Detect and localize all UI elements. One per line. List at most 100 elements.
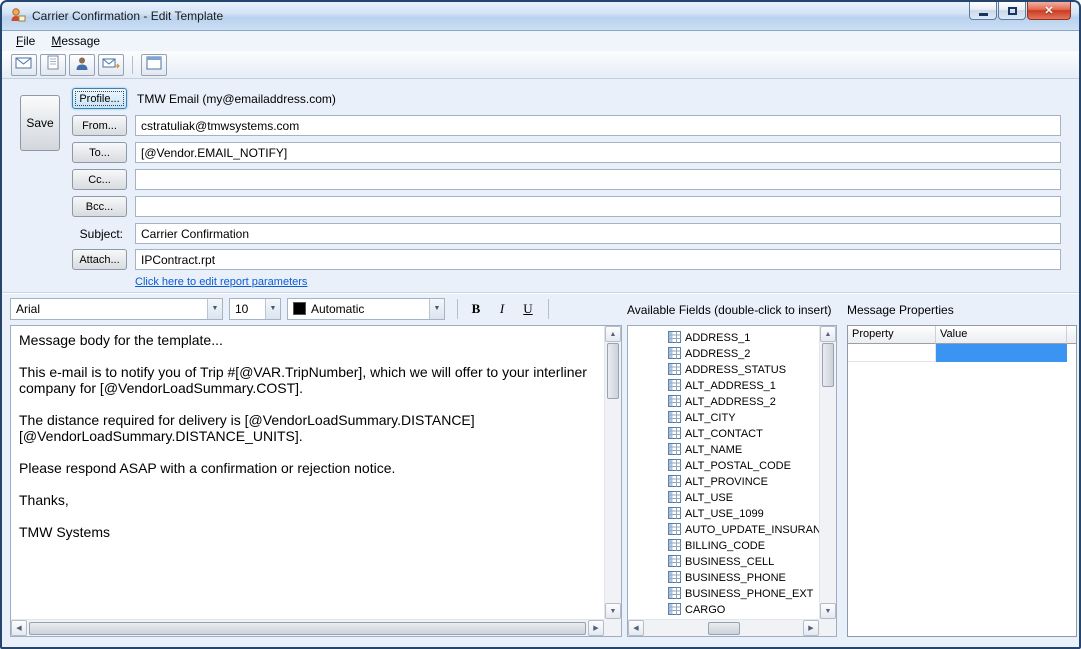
profile-value: TMW Email (my@emailaddress.com): [137, 92, 336, 106]
field-icon: [668, 523, 681, 538]
send-mail-button[interactable]: [98, 54, 124, 76]
fields-vertical-scrollbar[interactable]: ▲ ▼: [819, 326, 836, 619]
profile-button[interactable]: Profile...: [72, 88, 127, 109]
save-button[interactable]: Save: [20, 95, 60, 151]
to-input[interactable]: [135, 142, 1061, 163]
font-color-value: Automatic: [306, 302, 429, 316]
to-row: To...: [72, 142, 1061, 163]
format-separator: [548, 299, 549, 319]
field-list-item[interactable]: BUSINESS_PHONE_EXT: [668, 586, 819, 602]
field-name: BUSINESS_PHONE: [685, 572, 786, 584]
value-column-header[interactable]: Value: [936, 326, 1067, 344]
subject-row: Subject:: [72, 223, 1061, 244]
scroll-down-icon[interactable]: ▼: [820, 603, 836, 619]
selected-value-cell[interactable]: [936, 344, 1067, 362]
field-icon: [668, 475, 681, 490]
field-name: BUSINESS_PHONE_EXT: [685, 588, 813, 600]
field-list-item[interactable]: ADDRESS_STATUS: [668, 362, 819, 378]
attach-button[interactable]: Attach...: [72, 249, 127, 270]
field-name: BILLING_CODE: [685, 540, 765, 552]
field-name: ADDRESS_STATUS: [685, 364, 786, 376]
field-icon: [668, 331, 681, 346]
contacts-button[interactable]: [69, 54, 95, 76]
attach-row: Attach...: [72, 249, 1061, 270]
cc-row: Cc...: [72, 169, 1061, 190]
fields-list: ADDRESS_1 ADDRESS_2 ADDRESS_STATUS: [628, 326, 819, 619]
font-size-select[interactable]: 10 ▼: [229, 298, 281, 320]
scroll-left-icon[interactable]: ◀: [11, 620, 27, 636]
field-icon: [668, 395, 681, 410]
font-family-select[interactable]: Arial ▼: [10, 298, 223, 320]
fields-horizontal-scrollbar[interactable]: ◀ ▶: [628, 619, 819, 636]
scrollbar-thumb[interactable]: [29, 622, 586, 635]
bcc-button[interactable]: Bcc...: [72, 196, 127, 217]
field-list-item[interactable]: AUTO_UPDATE_INSURANCE: [668, 522, 819, 538]
menu-file[interactable]: File: [8, 32, 43, 50]
attachment-input[interactable]: [135, 249, 1061, 270]
bcc-input[interactable]: [135, 196, 1061, 217]
property-column-header[interactable]: Property: [848, 326, 936, 344]
field-list-item[interactable]: ALT_ADDRESS_1: [668, 378, 819, 394]
window-controls: ✕: [969, 2, 1071, 20]
field-list-item[interactable]: ALT_CITY: [668, 410, 819, 426]
field-list-item[interactable]: ALT_USE_1099: [668, 506, 819, 522]
scroll-up-icon[interactable]: ▲: [820, 326, 836, 342]
italic-button[interactable]: I: [490, 298, 514, 320]
maximize-button[interactable]: [998, 2, 1026, 20]
message-body-editor[interactable]: Message body for the template... This e-…: [10, 325, 622, 637]
field-list-item[interactable]: ALT_CONTACT: [668, 426, 819, 442]
close-button[interactable]: ✕: [1027, 2, 1071, 20]
from-input[interactable]: [135, 115, 1061, 136]
scroll-left-icon[interactable]: ◀: [628, 620, 644, 636]
new-message-icon: [15, 56, 33, 73]
cc-button[interactable]: Cc...: [72, 169, 127, 190]
font-color-select[interactable]: Automatic ▼: [287, 298, 445, 320]
field-name: ALT_ADDRESS_1: [685, 380, 776, 392]
field-icon: [668, 411, 681, 426]
scrollbar-corner: [819, 619, 836, 636]
scrollbar-thumb[interactable]: [708, 622, 740, 635]
scroll-up-icon[interactable]: ▲: [605, 326, 621, 342]
field-name: ALT_ADDRESS_2: [685, 396, 776, 408]
scroll-down-icon[interactable]: ▼: [605, 603, 621, 619]
field-list-item[interactable]: BUSINESS_CELL: [668, 554, 819, 570]
property-cell[interactable]: [848, 344, 936, 362]
minimize-button[interactable]: [969, 2, 997, 20]
field-list-item[interactable]: ALT_PROVINCE: [668, 474, 819, 490]
field-list-item[interactable]: ALT_NAME: [668, 442, 819, 458]
underline-button[interactable]: U: [516, 298, 540, 320]
new-message-button[interactable]: [11, 54, 37, 76]
field-list-item[interactable]: ADDRESS_2: [668, 346, 819, 362]
edit-report-parameters-link[interactable]: Click here to edit report parameters: [135, 276, 307, 288]
bold-button[interactable]: B: [464, 298, 488, 320]
preview-window-button[interactable]: [141, 54, 167, 76]
field-list-item[interactable]: ADDRESS_1: [668, 330, 819, 346]
field-name: AUTO_UPDATE_INSURANCE: [685, 524, 819, 536]
editor-horizontal-scrollbar[interactable]: ◀ ▶: [11, 619, 604, 636]
field-icon: [668, 587, 681, 602]
scrollbar-thumb[interactable]: [607, 343, 619, 399]
message-header-form: Save Profile... TMW Email (my@emailaddre…: [2, 79, 1079, 293]
field-list-item[interactable]: ALT_POSTAL_CODE: [668, 458, 819, 474]
field-list-item[interactable]: CARGO: [668, 602, 819, 618]
menu-message[interactable]: Message: [43, 32, 108, 50]
font-family-value: Arial: [11, 302, 207, 316]
chevron-down-icon: ▼: [429, 299, 444, 319]
profile-row: Profile... TMW Email (my@emailaddress.co…: [72, 88, 1061, 109]
editor-vertical-scrollbar[interactable]: ▲ ▼: [604, 326, 621, 619]
to-button[interactable]: To...: [72, 142, 127, 163]
scroll-right-icon[interactable]: ▶: [588, 620, 604, 636]
menubar: File Message: [2, 31, 1079, 51]
field-list-item[interactable]: BUSINESS_PHONE: [668, 570, 819, 586]
cc-input[interactable]: [135, 169, 1061, 190]
document-button[interactable]: [40, 54, 66, 76]
scroll-right-icon[interactable]: ▶: [803, 620, 819, 636]
field-list-item[interactable]: ALT_USE: [668, 490, 819, 506]
subject-input[interactable]: [135, 223, 1061, 244]
field-list-item[interactable]: BILLING_CODE: [668, 538, 819, 554]
scrollbar-thumb[interactable]: [822, 343, 834, 387]
field-list-item[interactable]: ALT_ADDRESS_2: [668, 394, 819, 410]
from-button[interactable]: From...: [72, 115, 127, 136]
field-icon: [668, 347, 681, 362]
field-icon: [668, 459, 681, 474]
